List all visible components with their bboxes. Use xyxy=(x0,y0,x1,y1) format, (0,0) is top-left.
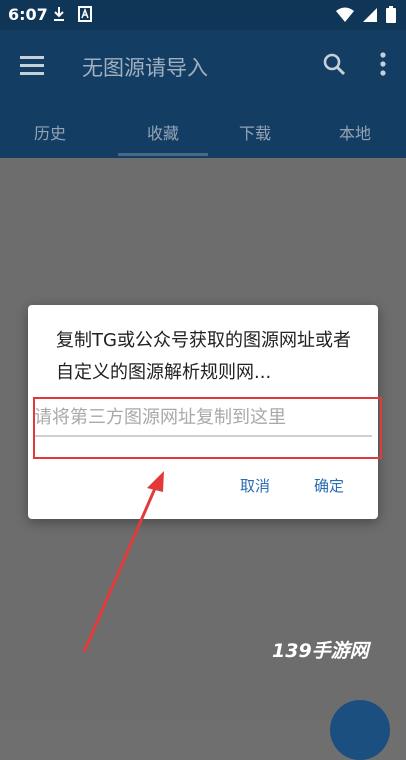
annotation-arrow xyxy=(82,471,164,653)
fab-button[interactable] xyxy=(330,700,390,760)
watermark: 139手游网 xyxy=(272,640,369,662)
